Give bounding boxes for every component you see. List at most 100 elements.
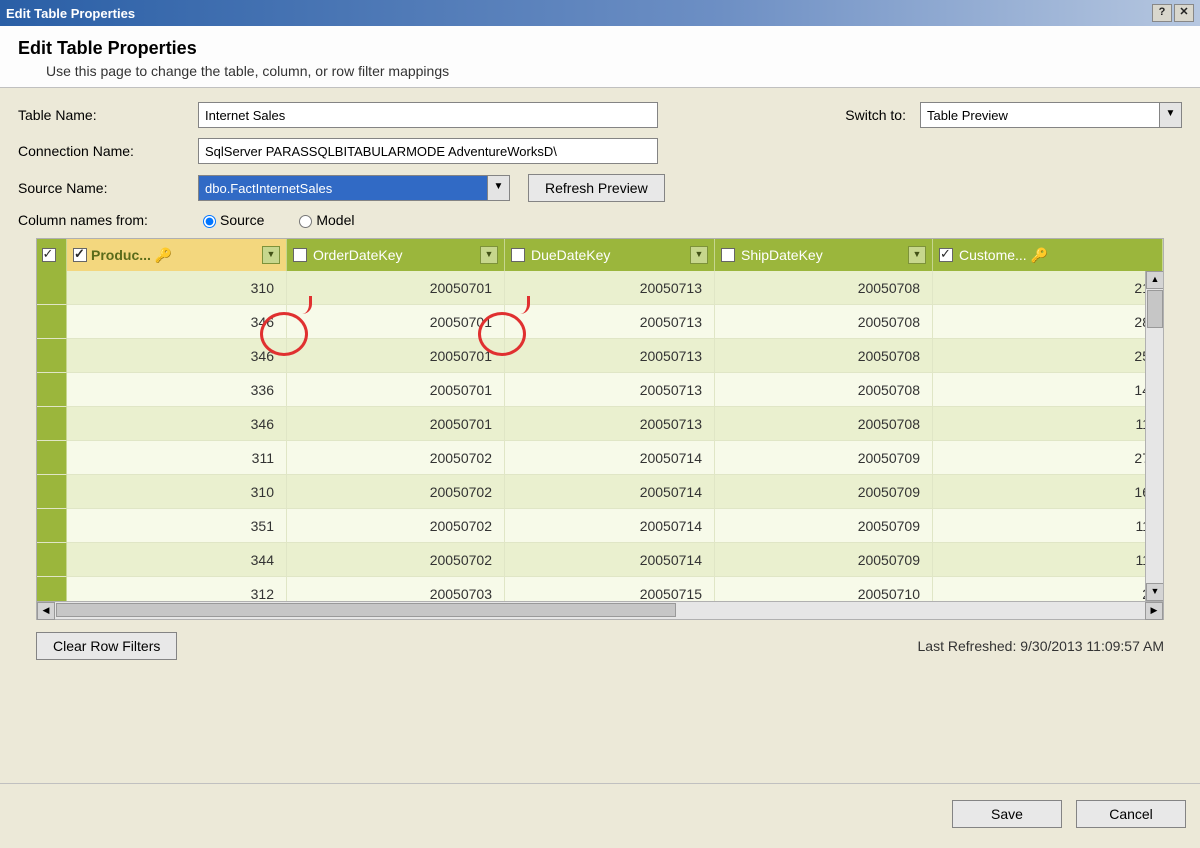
switch-to-dropdown[interactable]: ▼ — [1160, 102, 1182, 128]
cell: 20050713 — [505, 271, 715, 305]
customerkey-checkbox[interactable] — [939, 248, 953, 262]
radio-source[interactable] — [203, 215, 216, 228]
cell: 20050709 — [715, 509, 933, 543]
row-header[interactable] — [37, 577, 67, 601]
cell: 20050715 — [505, 577, 715, 601]
connection-name-input[interactable] — [198, 138, 658, 164]
cell: 20050708 — [715, 305, 933, 339]
cell: 20050710 — [715, 577, 933, 601]
cell: 27 — [933, 441, 1163, 475]
close-button[interactable]: ✕ — [1174, 4, 1194, 22]
horizontal-scrollbar[interactable]: ◀ ▶ — [37, 601, 1163, 619]
column-header-orderdatekey[interactable]: OrderDateKey ▼ — [287, 239, 505, 271]
source-name-dropdown[interactable]: ▼ — [488, 175, 510, 201]
key-icon: 🔑 — [1031, 247, 1047, 263]
row-header[interactable] — [37, 373, 67, 407]
radio-model-label: Model — [316, 212, 354, 228]
cell: 20050713 — [505, 407, 715, 441]
table-row[interactable]: 31020050702200507142005070916 — [37, 475, 1163, 509]
cell: 20050703 — [287, 577, 505, 601]
row-header[interactable] — [37, 475, 67, 509]
page-subtitle: Use this page to change the table, colum… — [46, 63, 1182, 79]
row-header[interactable] — [37, 509, 67, 543]
row-header[interactable] — [37, 271, 67, 305]
table-name-input[interactable] — [198, 102, 658, 128]
hscroll-thumb[interactable] — [56, 603, 676, 617]
save-button[interactable]: Save — [952, 800, 1062, 828]
cell: 14 — [933, 373, 1163, 407]
cell: 20050709 — [715, 441, 933, 475]
productkey-checkbox[interactable] — [73, 248, 87, 262]
cell: 25 — [933, 339, 1163, 373]
radio-model[interactable] — [299, 215, 312, 228]
productkey-filter[interactable]: ▼ — [262, 246, 280, 264]
divider — [0, 783, 1200, 784]
orderdatekey-checkbox[interactable] — [293, 248, 307, 262]
orderdatekey-label: OrderDateKey — [313, 247, 402, 263]
orderdatekey-filter[interactable]: ▼ — [480, 246, 498, 264]
cell: 20050709 — [715, 543, 933, 577]
row-header[interactable] — [37, 407, 67, 441]
cell: 11 — [933, 407, 1163, 441]
cell: 28 — [933, 305, 1163, 339]
last-refreshed-label: Last Refreshed: 9/30/2013 11:09:57 AM — [918, 638, 1164, 654]
switch-to-select[interactable] — [920, 102, 1160, 128]
row-header[interactable] — [37, 339, 67, 373]
cell: 20050708 — [715, 407, 933, 441]
cell: 336 — [67, 373, 287, 407]
switch-to-group: Switch to: ▼ — [845, 102, 1182, 128]
select-all-checkbox[interactable] — [42, 248, 56, 262]
cell: 11 — [933, 509, 1163, 543]
vertical-scrollbar[interactable]: ▲ ▼ — [1145, 271, 1163, 601]
refresh-preview-button[interactable]: Refresh Preview — [528, 174, 665, 202]
cell: 312 — [67, 577, 287, 601]
cell: 20050708 — [715, 373, 933, 407]
cell: 20050714 — [505, 509, 715, 543]
column-header-customerkey[interactable]: Custome... 🔑 — [933, 239, 1163, 271]
duedatekey-checkbox[interactable] — [511, 248, 525, 262]
cancel-button[interactable]: Cancel — [1076, 800, 1186, 828]
row-header[interactable] — [37, 441, 67, 475]
scroll-up-arrow[interactable]: ▲ — [1146, 271, 1163, 289]
cell: 346 — [67, 407, 287, 441]
cell: 20050702 — [287, 441, 505, 475]
dialog-header: Edit Table Properties Use this page to c… — [0, 26, 1200, 88]
shipdatekey-label: ShipDateKey — [741, 247, 823, 263]
table-row[interactable]: 31020050701200507132005070821 — [37, 271, 1163, 305]
scroll-right-arrow[interactable]: ▶ — [1145, 602, 1163, 620]
clear-row-filters-button[interactable]: Clear Row Filters — [36, 632, 177, 660]
table-row[interactable]: 34620050701200507132005070828 — [37, 305, 1163, 339]
scroll-left-arrow[interactable]: ◀ — [37, 602, 55, 620]
cell: 20050713 — [505, 305, 715, 339]
column-header-productkey[interactable]: Produc... 🔑 ▼ — [67, 239, 287, 271]
row-header[interactable] — [37, 543, 67, 577]
table-row[interactable]: 33620050701200507132005070814 — [37, 373, 1163, 407]
source-name-input[interactable] — [198, 175, 488, 201]
duedatekey-filter[interactable]: ▼ — [690, 246, 708, 264]
table-row[interactable]: 34620050701200507132005070811 — [37, 407, 1163, 441]
duedatekey-label: DueDateKey — [531, 247, 610, 263]
scroll-down-arrow[interactable]: ▼ — [1146, 583, 1163, 601]
cell: 20050708 — [715, 271, 933, 305]
source-name-label: Source Name: — [18, 180, 198, 196]
table-row[interactable]: 31120050702200507142005070927 — [37, 441, 1163, 475]
cell: 310 — [67, 271, 287, 305]
shipdatekey-checkbox[interactable] — [721, 248, 735, 262]
table-row[interactable]: 34420050702200507142005070911 — [37, 543, 1163, 577]
table-row[interactable]: 34620050701200507132005070825 — [37, 339, 1163, 373]
radio-source-label: Source — [220, 212, 264, 228]
scroll-thumb[interactable] — [1147, 290, 1163, 328]
cell: 20050701 — [287, 407, 505, 441]
select-all-header[interactable] — [37, 239, 67, 271]
column-header-duedatekey[interactable]: DueDateKey ▼ — [505, 239, 715, 271]
row-header[interactable] — [37, 305, 67, 339]
help-button[interactable]: ? — [1152, 4, 1172, 22]
column-header-shipdatekey[interactable]: ShipDateKey ▼ — [715, 239, 933, 271]
data-grid: Produc... 🔑 ▼ OrderDateKey ▼ DueDateKey … — [36, 238, 1164, 620]
cell: 20050714 — [505, 441, 715, 475]
shipdatekey-filter[interactable]: ▼ — [908, 246, 926, 264]
cell: 20050713 — [505, 339, 715, 373]
table-row[interactable]: 3122005070320050715200507102 — [37, 577, 1163, 601]
cell: 20050708 — [715, 339, 933, 373]
table-row[interactable]: 35120050702200507142005070911 — [37, 509, 1163, 543]
